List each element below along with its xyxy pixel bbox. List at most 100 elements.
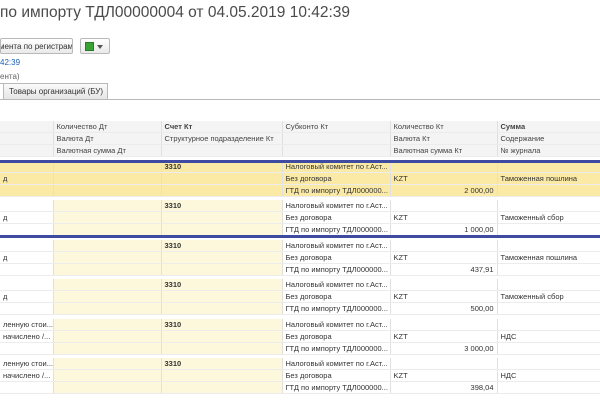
table-cell[interactable] — [161, 290, 283, 303]
table-cell[interactable]: Без договора — [282, 251, 391, 264]
column-header[interactable]: Сумма — [497, 121, 600, 133]
table-cell[interactable] — [53, 290, 162, 303]
table-row[interactable]: 3310 Налоговый комитет по г.Аст... — [0, 279, 600, 291]
table-cell[interactable] — [497, 381, 600, 394]
column-header[interactable]: Валюта Дт — [53, 132, 162, 145]
column-header[interactable]: Количество Дт — [53, 121, 162, 133]
column-header[interactable]: Счет Кт — [161, 121, 283, 133]
table-cell[interactable] — [161, 263, 283, 276]
column-header[interactable]: Валютная сумма Дт — [53, 144, 162, 157]
table-cell[interactable]: ГТД по импорту ТДЛ000000... — [282, 302, 391, 315]
table-row[interactable]: ленную стои... 3310 Налоговый комитет по г… — [0, 358, 600, 370]
table-cell[interactable] — [497, 263, 600, 276]
table-cell[interactable] — [53, 172, 162, 185]
table-cell[interactable]: ГТД по импорту ТДЛ000000... — [282, 184, 391, 197]
table-cell[interactable]: ленную стои... — [0, 358, 54, 370]
table-cell[interactable] — [53, 211, 162, 224]
column-header[interactable] — [161, 144, 283, 157]
table-cell[interactable] — [0, 200, 54, 212]
table-cell[interactable] — [53, 358, 162, 370]
table-row[interactable]: ГТД по импорту ТДЛ000000... 2 000,00 — [0, 184, 600, 197]
table-cell[interactable] — [497, 200, 600, 212]
table-cell[interactable] — [390, 318, 498, 331]
table-cell[interactable]: 3 000,00 — [390, 342, 498, 355]
table-row[interactable]: начислено /... Без договора KZT НДС — [0, 330, 600, 343]
table-cell[interactable] — [390, 358, 498, 370]
table-cell[interactable] — [53, 342, 162, 355]
table-cell[interactable] — [497, 184, 600, 197]
table-cell[interactable]: 3310 — [161, 318, 283, 331]
table-row[interactable]: ГТД по импорту ТДЛ000000... 3 000,00 — [0, 342, 600, 355]
table-cell[interactable]: Налоговый комитет по г.Аст... — [282, 239, 391, 252]
table-cell[interactable]: д — [0, 290, 54, 303]
table-cell[interactable]: д — [0, 211, 54, 224]
table-cell[interactable]: ГТД по импорту ТДЛ000000... — [282, 381, 391, 394]
table-cell[interactable]: д — [0, 172, 54, 185]
column-header[interactable] — [0, 144, 54, 157]
table-cell[interactable]: ленную стои... — [0, 318, 54, 331]
table-cell[interactable]: Налоговый комитет по г.Аст... — [282, 200, 391, 212]
table-row[interactable]: 3310 Налоговый комитет по г.Аст... — [0, 239, 600, 252]
table-cell[interactable]: начислено /... — [0, 330, 54, 343]
table-cell[interactable] — [53, 184, 162, 197]
table-cell[interactable]: 3310 — [161, 200, 283, 212]
column-header[interactable]: Валюта Кт — [390, 132, 498, 145]
table-cell[interactable] — [0, 184, 54, 197]
table-cell[interactable] — [53, 330, 162, 343]
table-cell[interactable] — [53, 239, 162, 252]
table-cell[interactable] — [161, 184, 283, 197]
table-cell[interactable]: 3310 — [161, 358, 283, 370]
column-header[interactable]: Структурное подразделение Кт — [161, 132, 283, 145]
table-cell[interactable] — [53, 263, 162, 276]
table-cell[interactable]: д — [0, 251, 54, 264]
table-cell[interactable]: начислено /... — [0, 369, 54, 382]
table-cell[interactable] — [0, 381, 54, 394]
table-cell[interactable]: KZT — [390, 369, 498, 382]
table-cell[interactable] — [53, 302, 162, 315]
table-cell[interactable]: 1 000,00 — [390, 223, 498, 236]
table-cell[interactable] — [53, 223, 162, 236]
table-cell[interactable]: Без договора — [282, 369, 391, 382]
table-cell[interactable]: 398,04 — [390, 381, 498, 394]
table-cell[interactable] — [0, 239, 54, 252]
table-cell[interactable]: НДС — [497, 369, 600, 382]
table-cell[interactable] — [390, 239, 498, 252]
table-cell[interactable] — [161, 302, 283, 315]
table-cell[interactable] — [497, 223, 600, 236]
table-row[interactable]: д Без договора KZT Таможенная пошлина — [0, 172, 600, 185]
table-cell[interactable]: ГТД по импорту ТДЛ000000... — [282, 263, 391, 276]
table-row[interactable]: д Без договора KZT Таможенная пошлина — [0, 251, 600, 264]
table-cell[interactable]: KZT — [390, 290, 498, 303]
table-cell[interactable] — [53, 200, 162, 212]
table-cell[interactable]: Налоговый комитет по г.Аст... — [282, 279, 391, 291]
table-row[interactable]: д Без договора KZT Таможенный сбор — [0, 211, 600, 224]
table-cell[interactable]: ГТД по импорту ТДЛ000000... — [282, 342, 391, 355]
table-cell[interactable] — [161, 211, 283, 224]
table-cell[interactable]: Без договора — [282, 330, 391, 343]
table-cell[interactable] — [161, 172, 283, 185]
column-header[interactable] — [282, 144, 391, 157]
table-cell[interactable] — [0, 263, 54, 276]
column-header[interactable] — [0, 121, 54, 133]
column-header[interactable]: Содержание — [497, 132, 600, 145]
table-cell[interactable]: KZT — [390, 251, 498, 264]
table-cell[interactable] — [53, 251, 162, 264]
column-header[interactable]: Количество Кт — [390, 121, 498, 133]
table-cell[interactable] — [0, 302, 54, 315]
table-cell[interactable]: KZT — [390, 172, 498, 185]
table-row[interactable]: ленную стои... 3310 Налоговый комитет по г… — [0, 318, 600, 331]
column-header[interactable] — [0, 132, 54, 145]
document-date-link[interactable]: 42:39 — [0, 58, 20, 67]
table-cell[interactable] — [161, 330, 283, 343]
table-cell[interactable]: Таможенный сбор — [497, 290, 600, 303]
table-cell[interactable] — [161, 369, 283, 382]
column-header[interactable]: Валютная сумма Кт — [390, 144, 498, 157]
registers-button[interactable]: ментa по регистрам — [0, 38, 73, 54]
table-row[interactable]: ГТД по импорту ТДЛ000000... 437,91 — [0, 263, 600, 276]
table-cell[interactable]: 3310 — [161, 239, 283, 252]
table-cell[interactable]: KZT — [390, 211, 498, 224]
table-cell[interactable] — [390, 200, 498, 212]
table-cell[interactable] — [0, 223, 54, 236]
table-cell[interactable]: Таможенная пошлина — [497, 172, 600, 185]
table-row[interactable]: ГТД по импорту ТДЛ000000... 500,00 — [0, 302, 600, 315]
